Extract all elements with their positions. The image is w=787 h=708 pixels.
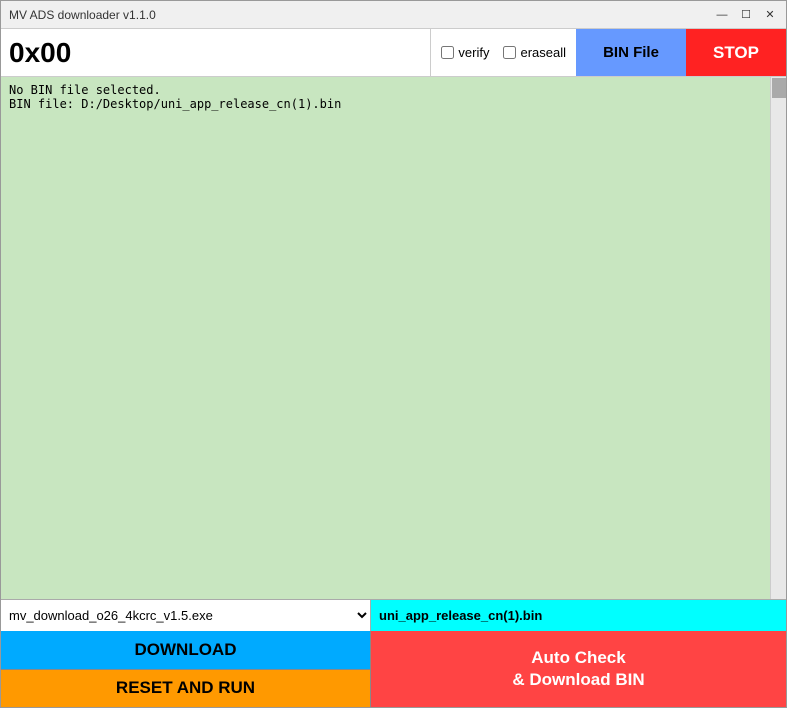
log-area: No BIN file selected. BIN file: D:/Deskt… — [1, 77, 786, 599]
bottom-bar: mv_download_o26_4kcrc_v1.5.exe uni_app_r… — [1, 599, 786, 707]
file-selector-row: mv_download_o26_4kcrc_v1.5.exe uni_app_r… — [1, 599, 786, 631]
auto-check-line2: & Download BIN — [512, 670, 644, 689]
window-title: MV ADS downloader v1.1.0 — [9, 8, 156, 22]
scrollbar-thumb[interactable] — [772, 78, 786, 98]
checkbox-group: verify eraseall — [431, 29, 576, 76]
maximize-button[interactable]: ☐ — [738, 7, 754, 23]
download-button[interactable]: DOWNLOAD — [1, 631, 371, 669]
exe-dropdown[interactable]: mv_download_o26_4kcrc_v1.5.exe — [1, 600, 371, 631]
left-actions: DOWNLOAD RESET AND RUN — [1, 631, 371, 707]
verify-label: verify — [458, 45, 489, 60]
titlebar: MV ADS downloader v1.1.0 — ☐ ✕ — [1, 1, 786, 29]
eraseall-checkbox-label[interactable]: eraseall — [503, 45, 566, 60]
bin-file-button[interactable]: BIN File — [576, 29, 686, 76]
reset-run-button[interactable]: RESET AND RUN — [1, 669, 371, 708]
close-button[interactable]: ✕ — [762, 7, 778, 23]
log-line-1: No BIN file selected. — [9, 83, 778, 97]
toolbar: 0x00 verify eraseall BIN File STOP — [1, 29, 786, 77]
window-controls: — ☐ ✕ — [714, 7, 778, 23]
verify-checkbox[interactable] — [441, 46, 454, 59]
eraseall-label: eraseall — [520, 45, 566, 60]
eraseall-checkbox[interactable] — [503, 46, 516, 59]
minimize-button[interactable]: — — [714, 7, 730, 23]
main-window: MV ADS downloader v1.1.0 — ☐ ✕ 0x00 veri… — [0, 0, 787, 708]
bin-file-display: uni_app_release_cn(1).bin — [371, 600, 786, 631]
action-buttons-row: DOWNLOAD RESET AND RUN Auto Check & Down… — [1, 631, 786, 707]
stop-button[interactable]: STOP — [686, 29, 786, 76]
hex-value-display: 0x00 — [1, 29, 431, 76]
auto-check-line1: Auto Check — [531, 648, 625, 667]
log-line-2: BIN file: D:/Desktop/uni_app_release_cn(… — [9, 97, 778, 111]
verify-checkbox-label[interactable]: verify — [441, 45, 489, 60]
scrollbar-track[interactable] — [770, 77, 786, 599]
auto-check-button[interactable]: Auto Check & Download BIN — [371, 631, 786, 707]
